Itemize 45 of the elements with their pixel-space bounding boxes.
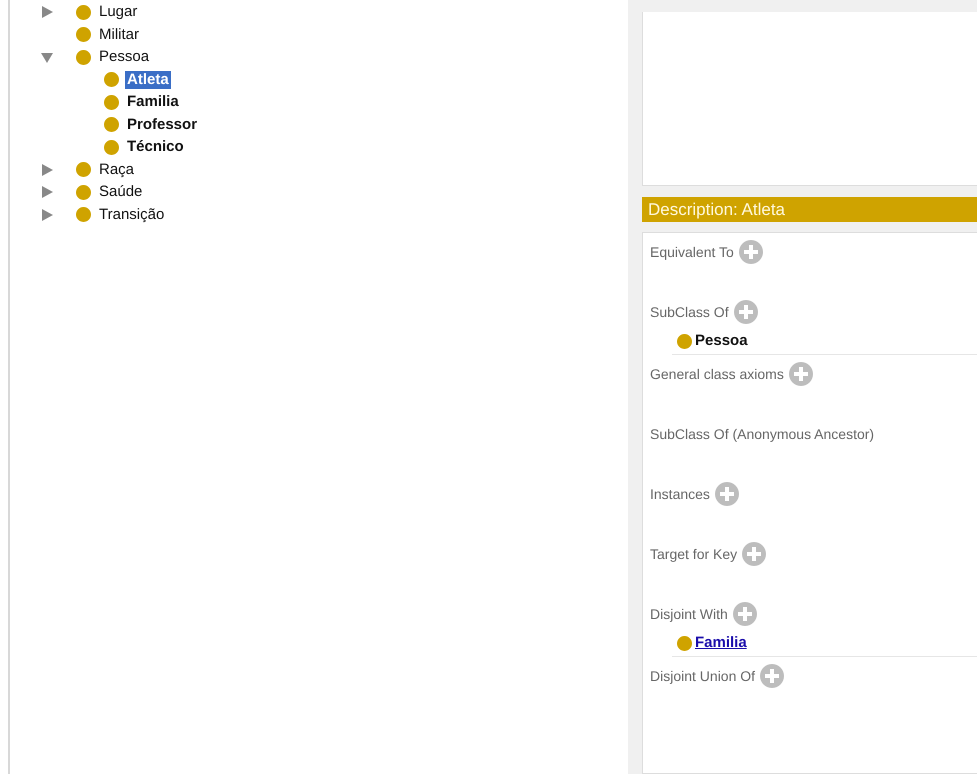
tree-item[interactable]: Militar: [97, 26, 141, 44]
class-icon: [76, 4, 91, 20]
add-button[interactable]: [738, 240, 763, 264]
tree-item[interactable]: Lugar: [97, 3, 140, 22]
class-icon: [76, 27, 91, 42]
tree-item[interactable]: Saúde: [97, 183, 144, 202]
expand-toggle-icon[interactable]: [40, 162, 54, 177]
add-button[interactable]: [732, 602, 757, 626]
expand-toggle-icon[interactable]: [40, 185, 54, 200]
class-name: Pessoa: [695, 330, 748, 351]
class-icon: [677, 636, 692, 650]
class-link[interactable]: Familia: [695, 632, 747, 654]
tree-item[interactable]: Técnico: [125, 138, 186, 156]
add-button[interactable]: [788, 362, 813, 386]
tree-item[interactable]: Professor: [125, 116, 200, 134]
class-icon: [76, 184, 91, 200]
class-icon: [76, 207, 91, 222]
class-icon: [76, 50, 91, 65]
class-icon: [104, 140, 119, 155]
section-label: SubClass Of: [650, 302, 729, 322]
expand-toggle-icon[interactable]: [40, 5, 54, 20]
class-icon: [104, 117, 119, 132]
section-label: General class axioms: [650, 364, 784, 384]
class-icon: [76, 162, 91, 178]
class-icon: [104, 72, 119, 88]
section-label: Disjoint Union Of: [650, 666, 756, 686]
class-icon: [677, 334, 692, 348]
add-button[interactable]: [734, 300, 758, 324]
description-header: Description: Atleta: [642, 197, 977, 222]
section-label: Equivalent To: [650, 242, 734, 262]
add-button[interactable]: [714, 482, 739, 506]
collapse-toggle-icon[interactable]: [40, 50, 54, 64]
add-button[interactable]: [760, 664, 784, 688]
section-label: SubClass Of (Anonymous Ancestor): [650, 424, 874, 444]
class-icon: [104, 94, 119, 110]
tree-item[interactable]: Raça: [97, 160, 136, 179]
section-label: Target for Key: [650, 544, 738, 564]
section-label: Disjoint With: [650, 604, 728, 624]
tree-item[interactable]: Pessoa: [97, 48, 152, 66]
section-label: Instances: [650, 484, 710, 504]
expand-toggle-icon[interactable]: [40, 208, 54, 222]
tree-item[interactable]: Atleta: [125, 70, 171, 89]
tree-item[interactable]: Familia: [125, 93, 181, 112]
add-button[interactable]: [742, 542, 766, 566]
tree-item[interactable]: Transição: [97, 206, 166, 224]
